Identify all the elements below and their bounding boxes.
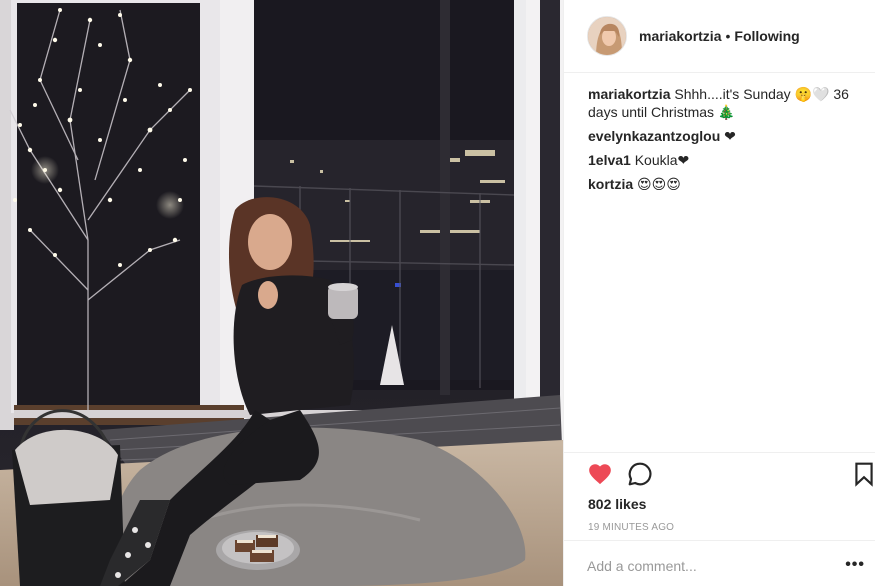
comment-item: kortzia 😍😍😍 [588, 175, 878, 193]
avatar[interactable] [587, 16, 627, 56]
comment-text: Koukla❤ [634, 152, 690, 168]
likes-count[interactable]: 802 likes [588, 496, 646, 512]
comment-item: evelynkazantzoglou ❤ [588, 127, 878, 145]
save-button[interactable] [851, 461, 877, 487]
comment-username-link[interactable]: kortzia [588, 176, 633, 192]
post-header: mariakortzia • Following [564, 0, 875, 73]
post-timestamp[interactable]: 19 MINUTES AGO [588, 522, 674, 533]
add-comment-section: ••• [564, 540, 875, 586]
avatar-image [588, 17, 626, 55]
comment-item: 1elva1 Koukla❤ [588, 151, 878, 169]
add-comment-input[interactable] [587, 558, 827, 574]
photo-scene [0, 0, 563, 586]
comment-username-link[interactable]: evelynkazantzoglou [588, 128, 720, 144]
comment-text: ❤ [724, 128, 736, 144]
author-username-link[interactable]: mariakortzia [639, 28, 721, 44]
following-button[interactable]: Following [734, 28, 799, 44]
heart-filled-icon [589, 464, 611, 485]
post-sidebar: mariakortzia • Following mariakortzia Sh… [563, 0, 891, 586]
comment-username-link[interactable]: mariakortzia [588, 86, 670, 102]
header-text: mariakortzia • Following [639, 28, 800, 44]
post-photo[interactable] [0, 0, 563, 586]
header-separator: • [725, 28, 731, 44]
comment-button[interactable] [627, 461, 653, 487]
comment-caption: mariakortzia Shhh....it's Sunday 🤫🤍 36 d… [588, 85, 878, 121]
comment-bubble-icon [628, 462, 652, 486]
bookmark-icon [855, 462, 873, 487]
comment-text: 😍😍😍 [637, 176, 681, 192]
post-actions: 802 likes 19 MINUTES AGO [564, 452, 875, 533]
action-icons-row [587, 461, 877, 489]
comments-list: mariakortzia Shhh....it's Sunday 🤫🤍 36 d… [588, 85, 878, 199]
more-options-button[interactable]: ••• [845, 556, 865, 574]
comment-username-link[interactable]: 1elva1 [588, 152, 631, 168]
like-button[interactable] [587, 461, 613, 487]
